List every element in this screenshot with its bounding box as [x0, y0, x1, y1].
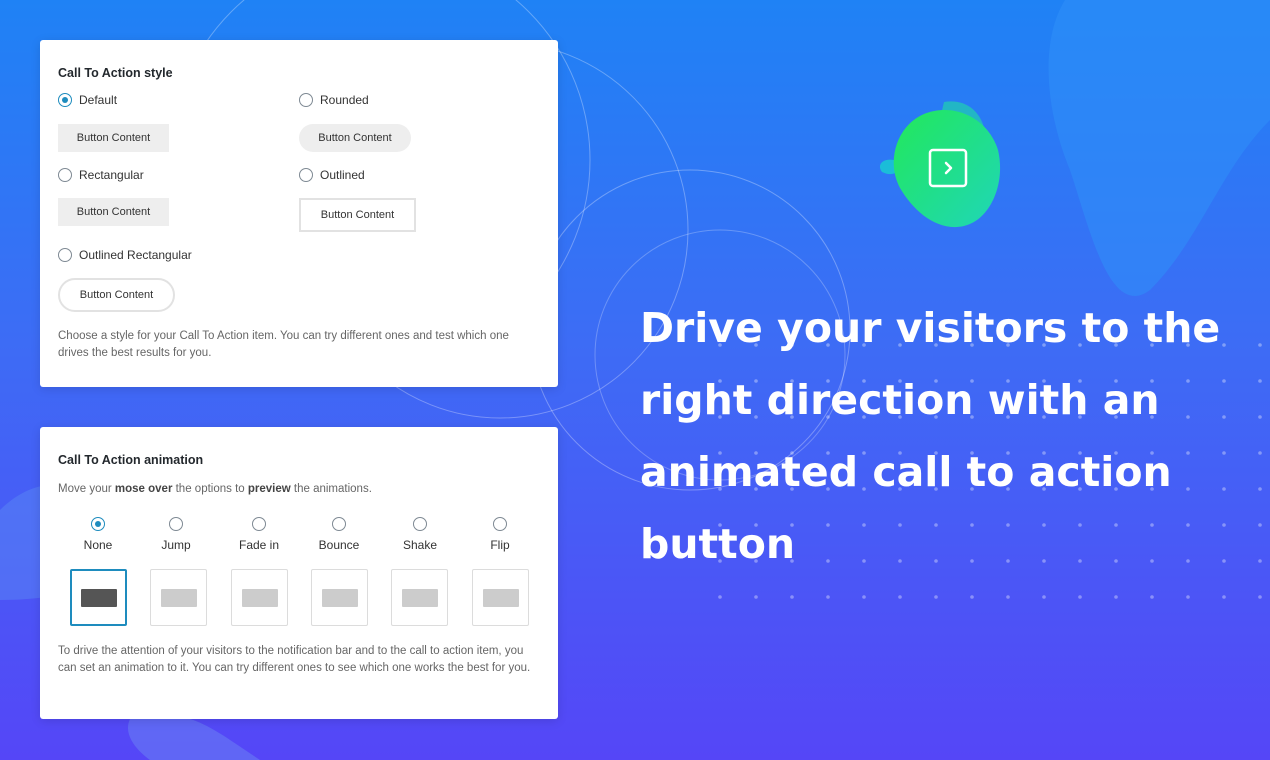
radio-rounded[interactable]	[299, 93, 313, 107]
hero-headline: Drive your visitors to the right directi…	[640, 304, 1221, 568]
animation-preview-bounce[interactable]	[311, 569, 368, 626]
animation-preview-none[interactable]	[70, 569, 127, 626]
preview-block	[241, 588, 278, 607]
radio-bounce[interactable]	[332, 517, 346, 531]
intro-text: the animations.	[290, 483, 372, 495]
radio-flip[interactable]	[493, 517, 507, 531]
animation-option-label: Flip	[490, 538, 510, 552]
animation-preview-flip[interactable]	[472, 569, 529, 626]
animation-preview-shake[interactable]	[391, 569, 448, 626]
intro-bold-mouseover: mose over	[114, 483, 173, 495]
animation-intro: Move your mose over the options to previ…	[58, 483, 372, 495]
cta-animation-title: Call To Action animation	[58, 453, 204, 467]
cta-style-title: Call To Action style	[58, 66, 173, 80]
radio-fade-in[interactable]	[252, 517, 266, 531]
style-option-outlined[interactable]: Outlined	[299, 168, 365, 182]
intro-text: the options to	[172, 483, 248, 495]
animation-option-jump[interactable]: Jump	[136, 517, 216, 552]
radio-default[interactable]	[58, 93, 72, 107]
animation-option-label: Bounce	[318, 538, 360, 552]
style-option-label: Outlined	[320, 168, 365, 182]
cta-animation-help: To drive the attention of your visitors …	[58, 645, 531, 674]
preview-block	[160, 588, 197, 607]
animation-option-label: Jump	[161, 538, 191, 552]
style-option-rectangular[interactable]: Rectangular	[58, 168, 144, 182]
animation-option-label: Shake	[402, 538, 438, 552]
animation-option-label: Fade in	[238, 538, 280, 552]
animation-option-label: None	[83, 538, 113, 552]
intro-bold-preview: preview	[247, 483, 291, 495]
preview-block	[80, 588, 117, 607]
style-option-label: Default	[79, 93, 118, 107]
radio-outlined-rectangular[interactable]	[58, 248, 72, 262]
style-option-label: Outlined Rectangular	[79, 248, 192, 262]
sample-button-rectangular: Button Content	[58, 198, 169, 226]
radio-none[interactable]	[91, 517, 105, 531]
radio-shake[interactable]	[413, 517, 427, 531]
animation-option-none[interactable]: None	[58, 517, 138, 552]
style-option-label: Rectangular	[79, 168, 144, 182]
animation-option-flip[interactable]: Flip	[460, 517, 540, 552]
style-option-label: Rounded	[320, 93, 369, 107]
radio-rectangular[interactable]	[58, 168, 72, 182]
chevron-right-icon	[879, 101, 1001, 228]
radio-jump[interactable]	[169, 517, 183, 531]
animation-preview-fade-in[interactable]	[231, 569, 288, 626]
radio-outlined[interactable]	[299, 168, 313, 182]
sample-button-rounded: Button Content	[299, 124, 411, 152]
animation-preview-jump[interactable]	[150, 569, 207, 626]
sample-button-outlined: Button Content	[299, 198, 416, 232]
style-option-default[interactable]: Default	[58, 93, 117, 107]
style-option-outlined-rectangular[interactable]: Outlined Rectangular	[58, 248, 192, 262]
animation-option-shake[interactable]: Shake	[380, 517, 460, 552]
sample-button-default: Button Content	[58, 124, 169, 152]
intro-text: Move your	[58, 483, 115, 495]
sample-button-outlined-rectangular: Button Content	[58, 278, 175, 312]
preview-block	[321, 588, 358, 607]
animation-option-fade-in[interactable]: Fade in	[219, 517, 299, 552]
cta-style-panel: Call To Action style Default Button Cont…	[40, 40, 558, 387]
cta-style-help: Choose a style for your Call To Action i…	[58, 330, 509, 359]
preview-block	[482, 588, 519, 607]
animation-option-bounce[interactable]: Bounce	[299, 517, 379, 552]
preview-block	[401, 588, 438, 607]
style-option-rounded[interactable]: Rounded	[299, 93, 369, 107]
cta-animation-panel: Call To Action animation Move your mose …	[40, 427, 558, 719]
